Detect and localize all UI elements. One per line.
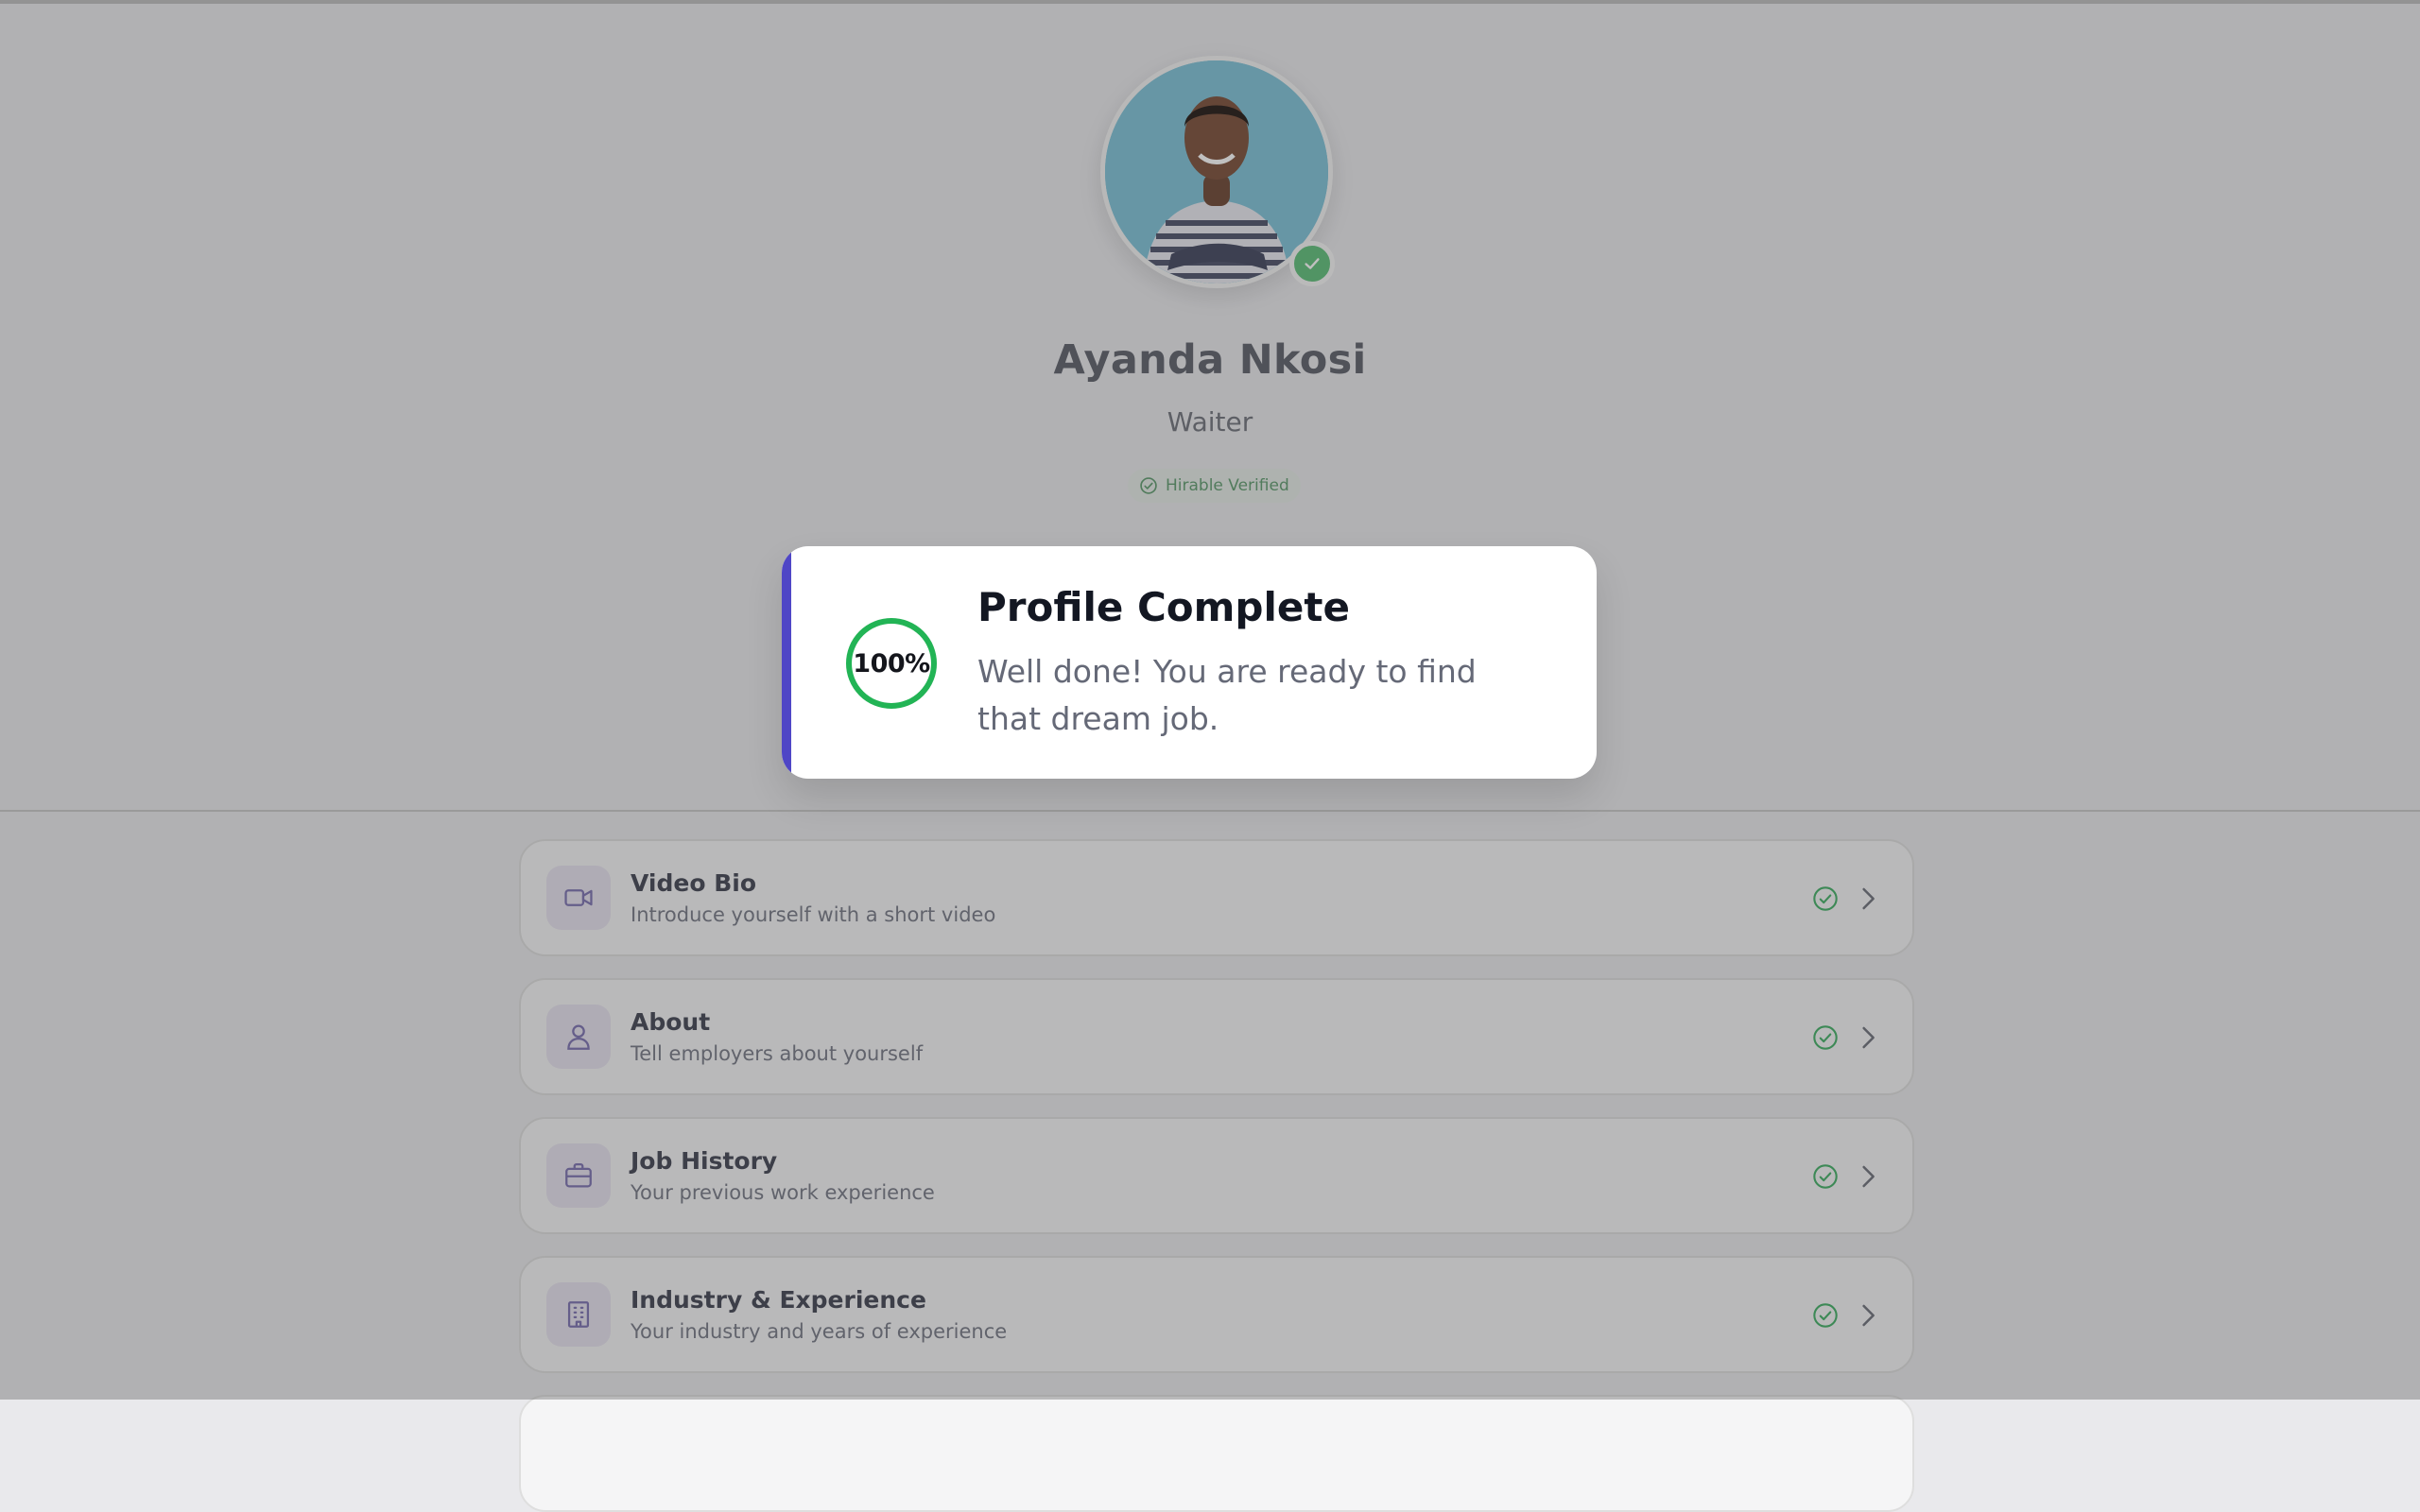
toast-title: Profile Complete: [977, 584, 1350, 630]
profile-complete-toast[interactable]: 100% Profile Complete Well done! You are…: [782, 546, 1597, 779]
section-item-next[interactable]: [519, 1395, 1914, 1512]
toast-message: Well done! You are ready to find that dr…: [977, 653, 1477, 737]
toast-accent-bar: [782, 546, 791, 779]
progress-label: 100%: [853, 648, 930, 679]
